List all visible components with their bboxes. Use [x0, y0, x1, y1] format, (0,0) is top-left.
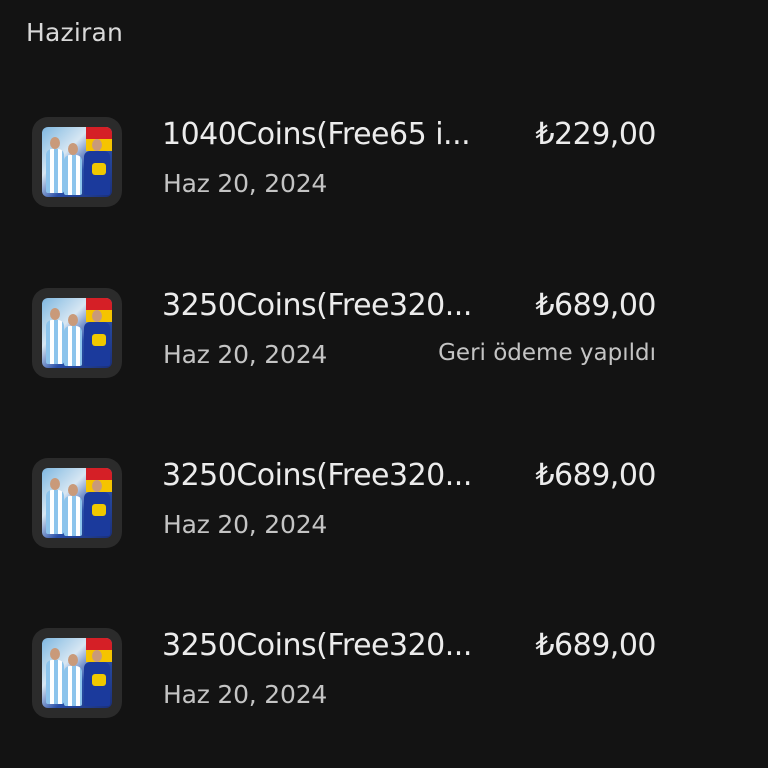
purchase-list-item[interactable]: 3250Coins(Free320... ₺689,00 Haz 20, 202… [0, 288, 768, 388]
purchase-price: ₺229,00 [535, 117, 656, 152]
purchase-title: 3250Coins(Free320... [162, 288, 472, 323]
purchase-date: Haz 20, 2024 [163, 510, 328, 539]
purchase-date: Haz 20, 2024 [163, 340, 328, 369]
purchase-title: 3250Coins(Free320... [162, 628, 472, 663]
purchase-price: ₺689,00 [535, 288, 656, 323]
purchase-date: Haz 20, 2024 [163, 680, 328, 709]
purchase-list-item[interactable]: 3250Coins(Free320... ₺689,00 Haz 20, 202… [0, 628, 768, 728]
purchase-list-item[interactable]: 1040Coins(Free65 i... ₺229,00 Haz 20, 20… [0, 117, 768, 217]
purchase-list-item[interactable]: 3250Coins(Free320... ₺689,00 Haz 20, 202… [0, 458, 768, 558]
game-app-icon [32, 458, 122, 548]
purchase-history-page: Haziran 1040Coins(Free65 i... ₺229,00 Ha… [0, 0, 768, 768]
purchase-title: 1040Coins(Free65 i... [162, 117, 471, 152]
purchase-price: ₺689,00 [535, 458, 656, 493]
game-app-icon [32, 288, 122, 378]
purchase-price: ₺689,00 [535, 628, 656, 663]
game-app-icon [32, 628, 122, 718]
refund-status: Geri ödeme yapıldı [438, 340, 656, 366]
purchase-title: 3250Coins(Free320... [162, 458, 472, 493]
game-app-icon [32, 117, 122, 207]
month-section-header: Haziran [26, 18, 124, 47]
purchase-date: Haz 20, 2024 [163, 169, 328, 198]
